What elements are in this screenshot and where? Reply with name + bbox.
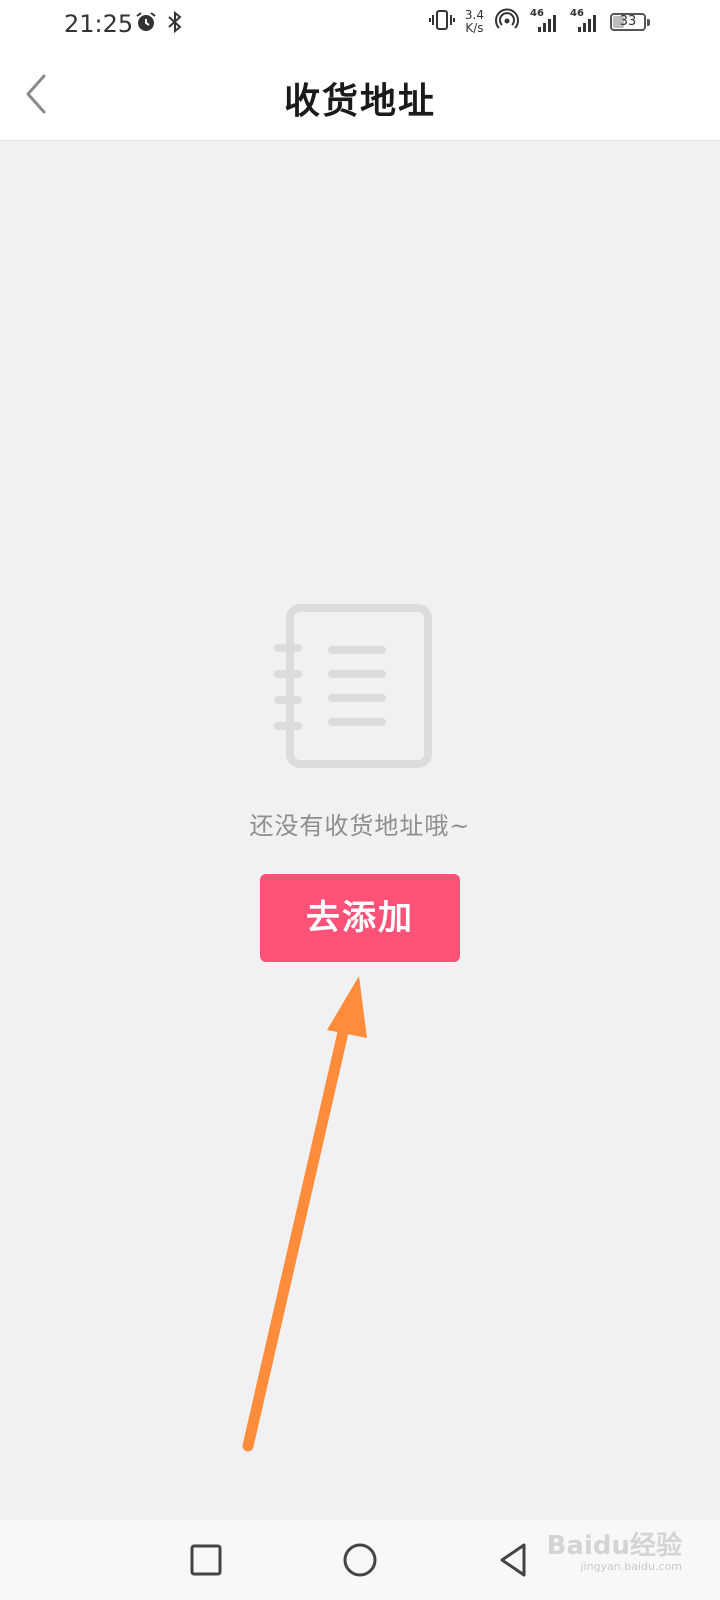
battery-icon: 33 <box>610 13 650 31</box>
status-right-icons: 3.4 K/s 46 46 33 <box>428 8 650 36</box>
status-bar: 21:25 3.4 K/s 46 46 33 <box>0 0 720 48</box>
bluetooth-icon <box>166 10 184 38</box>
signal-sim1-icon: 46 <box>530 8 560 34</box>
circle-icon <box>343 1543 377 1577</box>
battery-level: 33 <box>619 14 637 29</box>
network-speed-unit: K/s <box>465 21 484 35</box>
status-left-icons <box>134 10 184 38</box>
recent-apps-button[interactable] <box>182 1536 230 1584</box>
baidu-watermark: Baidu经验 jingyan.baidu.com <box>547 1532 682 1574</box>
vibrate-icon <box>428 8 455 36</box>
watermark-brand: Baidu经验 <box>546 1531 682 1561</box>
status-time: 21:25 <box>64 10 134 38</box>
network-speed-value: 3.4 <box>464 8 484 22</box>
empty-state-message: 还没有收货地址哦~ <box>249 812 471 840</box>
home-button[interactable] <box>336 1536 384 1584</box>
hotspot-icon <box>494 8 520 36</box>
page-title: 收货地址 <box>283 80 436 122</box>
notebook-icon <box>270 604 440 774</box>
network-speed: 3.4 K/s <box>465 9 484 35</box>
add-address-button[interactable]: 去添加 <box>260 874 460 962</box>
alarm-icon <box>134 10 158 38</box>
annotation-arrow <box>242 976 367 1452</box>
square-icon <box>190 1544 222 1576</box>
nav-header: 收货地址 <box>0 48 720 141</box>
signal-sim2-icon: 46 <box>570 8 600 34</box>
triangle-back-icon <box>500 1543 526 1577</box>
watermark-url: jingyan.baidu.com <box>580 1560 682 1573</box>
system-back-button[interactable] <box>490 1536 538 1584</box>
